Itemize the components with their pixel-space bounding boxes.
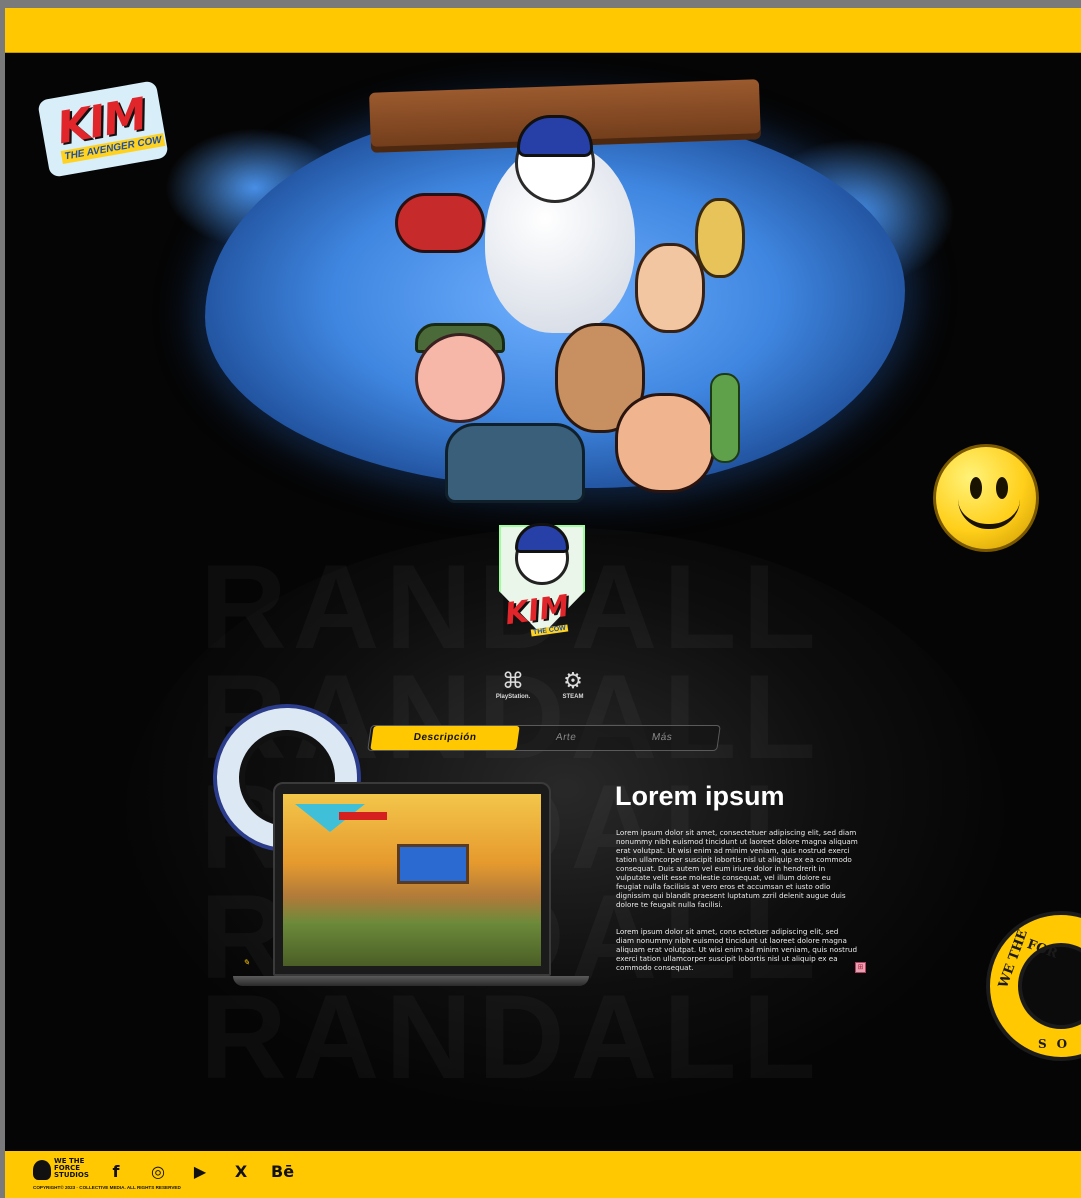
window-frame: KIM THE AVENGER COW RANDALL RANDALL RAND… <box>0 0 1081 1198</box>
instagram-icon[interactable]: ◎ <box>147 1161 169 1183</box>
steam-link[interactable]: ⚙ STEAM <box>553 669 593 701</box>
copyright-text: COPYRIGHT© 2023 · COLLECTIVE MEDIA. ALL … <box>33 1185 181 1190</box>
we-the-force-badge: WE THE FOR SO <box>986 911 1081 1061</box>
milk-cannon <box>395 193 485 253</box>
playstation-icon: ⌘ <box>502 669 524 694</box>
skull-icon <box>33 1160 51 1180</box>
youtube-icon[interactable]: ▶ <box>189 1161 211 1183</box>
footer: WE THE FORCE STUDIOS COPYRIGHT© 2023 · C… <box>5 1151 1081 1198</box>
smiley-sticker <box>933 444 1039 552</box>
pig-character <box>415 333 505 423</box>
facebook-icon[interactable]: f <box>105 1161 127 1183</box>
character-group <box>375 115 755 503</box>
grid-icon[interactable]: ⊞ <box>855 962 866 973</box>
tab-descripcion[interactable]: Descripción <box>370 726 520 750</box>
description-paragraph: Lorem ipsum dolor sit amet, cons ectetue… <box>616 927 858 972</box>
platform-list: ⌘ PlayStation. ⚙ STEAM <box>493 670 603 710</box>
tab-mas[interactable]: Más <box>612 726 711 750</box>
x-icon[interactable]: X <box>230 1161 252 1183</box>
content-tabs: Descripción Arte Más <box>367 725 721 751</box>
behance-icon[interactable]: Bē <box>271 1161 294 1183</box>
hero-illustration <box>165 68 955 508</box>
page: KIM THE AVENGER COW RANDALL RANDALL RAND… <box>5 8 1081 1198</box>
laptop-gameplay-image: ✎ <box>227 782 589 988</box>
farmer-character <box>635 243 705 333</box>
we-the-force-logo[interactable]: WE THE FORCE STUDIOS <box>33 1158 89 1184</box>
billboard <box>397 844 469 884</box>
background-watermark-text: RANDALL <box>200 968 900 1106</box>
kim-avenger-cow-logo[interactable]: KIM THE AVENGER COW <box>37 80 169 178</box>
tab-arte[interactable]: Arte <box>516 726 615 750</box>
cactus <box>710 373 740 463</box>
description-paragraph: Lorem ipsum dolor sit amet, consectetuer… <box>616 828 858 909</box>
top-bar <box>5 8 1081 53</box>
kim-the-cow-logo: KIM THE COW <box>487 513 597 653</box>
redneck-character <box>615 393 715 493</box>
content-title: Lorem ipsum <box>615 781 785 811</box>
signature-mark: ✎ <box>243 958 250 967</box>
playstation-link[interactable]: ⌘ PlayStation. <box>493 669 533 701</box>
steam-icon: ⚙ <box>563 669 583 694</box>
truck <box>445 423 585 503</box>
chicken-character <box>695 198 745 278</box>
